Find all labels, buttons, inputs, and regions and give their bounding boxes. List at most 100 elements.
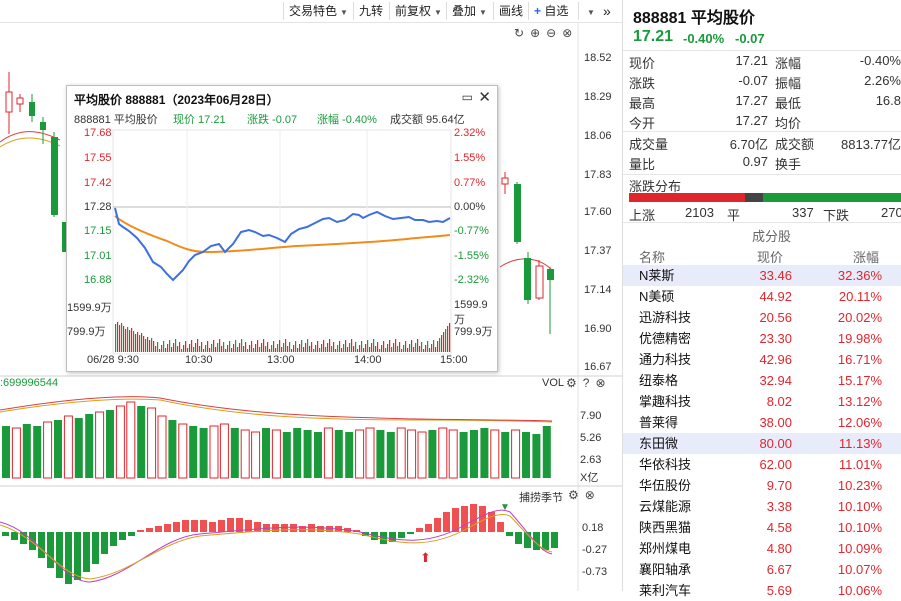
toolbar-adjust-button[interactable]: 前复权 ▼ bbox=[389, 2, 447, 20]
stock-name: 纽泰格 bbox=[639, 373, 679, 388]
component-stock-row[interactable]: 华依科技 62.00 11.01% bbox=[623, 454, 901, 475]
intraday-volume-bar bbox=[443, 332, 445, 352]
intraday-volume-bar bbox=[131, 328, 133, 352]
col-pct-header: 涨幅 bbox=[853, 250, 880, 265]
gear-icon[interactable]: ⚙ bbox=[566, 376, 577, 390]
intraday-volume-bar bbox=[387, 344, 389, 352]
intraday-volume-bar bbox=[433, 340, 435, 352]
component-stock-row[interactable]: 通力科技 42.96 16.71% bbox=[623, 349, 901, 370]
quote-value: 6.70亿 bbox=[729, 137, 768, 152]
volume-bar bbox=[438, 427, 448, 479]
popup-left-axis-label: 17.28 bbox=[84, 201, 112, 213]
toolbar-watchlist-button[interactable]: + 自选 bbox=[528, 2, 573, 20]
volume-bar bbox=[2, 426, 10, 478]
component-stock-row[interactable]: 云煤能源 3.38 10.10% bbox=[623, 496, 901, 517]
toolbar-watchlist-dropdown[interactable]: ▼ bbox=[578, 2, 600, 20]
volume-bar bbox=[334, 430, 343, 478]
gear-icon[interactable]: ⚙ bbox=[568, 488, 579, 502]
component-stock-row[interactable]: 纽泰格 32.94 15.17% bbox=[623, 370, 901, 391]
intraday-volume-bar bbox=[441, 335, 443, 352]
intraday-volume-bar bbox=[449, 323, 451, 352]
toolbar-draw-button[interactable]: 画线 bbox=[493, 2, 528, 20]
quote-label: 振幅 bbox=[775, 76, 802, 91]
macd-bar bbox=[191, 520, 198, 532]
divider bbox=[623, 174, 901, 175]
popup-left-axis-label: 17.42 bbox=[84, 177, 112, 189]
quote-value: 16.8 bbox=[875, 93, 901, 108]
component-stock-row[interactable]: 普莱得 38.00 12.06% bbox=[623, 412, 901, 433]
divider bbox=[623, 222, 901, 223]
stock-price: 6.67 bbox=[766, 562, 792, 577]
macd-controls: ⚙ ⊗ bbox=[562, 488, 595, 502]
volume-bar bbox=[251, 431, 261, 479]
intraday-volume-bar bbox=[123, 326, 125, 352]
help-icon[interactable]: ? bbox=[583, 376, 590, 390]
quote-value: -0.40% bbox=[859, 53, 901, 68]
price-axis-label: 17.60 bbox=[584, 206, 612, 218]
intraday-volume-bar bbox=[239, 343, 241, 352]
macd-bar bbox=[47, 532, 54, 568]
intraday-volume-bar bbox=[201, 342, 203, 352]
volume-bar bbox=[470, 430, 478, 478]
intraday-volume-bar bbox=[185, 341, 187, 352]
toolbar-trade-feature-button[interactable]: 交易特色 ▼ bbox=[283, 2, 353, 20]
intraday-volume-bar bbox=[217, 343, 219, 352]
stock-change-pct: 10.10% bbox=[837, 499, 882, 514]
macd-bar bbox=[254, 522, 261, 532]
macd-bar bbox=[56, 532, 63, 578]
intraday-volume-bar bbox=[359, 345, 361, 352]
component-stock-row[interactable]: 陕西黑猫 4.58 10.10% bbox=[623, 517, 901, 538]
component-stock-row[interactable]: 掌趣科技 8.02 13.12% bbox=[623, 391, 901, 412]
intraday-volume-bar bbox=[255, 344, 257, 352]
volume-bar bbox=[54, 420, 62, 478]
intraday-volume-bar bbox=[275, 348, 277, 352]
volume-bar bbox=[168, 420, 177, 478]
popup-right-axis-label: 1.55% bbox=[454, 152, 486, 164]
price-axis-label: 18.52 bbox=[584, 52, 612, 64]
volume-bar bbox=[137, 406, 146, 478]
component-stock-row[interactable]: 襄阳轴承 6.67 10.07% bbox=[623, 559, 901, 580]
toolbar-nine-turn-button[interactable]: 九转 bbox=[353, 2, 388, 20]
component-stock-row[interactable]: N莱斯 33.46 32.36% bbox=[623, 265, 901, 286]
intraday-volume-bar bbox=[317, 341, 319, 352]
intraday-volume-bar bbox=[293, 345, 295, 352]
intraday-volume-bar bbox=[243, 346, 245, 352]
component-stock-row[interactable]: 郑州煤电 4.80 10.09% bbox=[623, 538, 901, 559]
macd-bar bbox=[416, 528, 423, 532]
dist-flat-bar bbox=[745, 193, 763, 202]
volume-bar bbox=[407, 429, 417, 479]
intraday-volume-bar bbox=[355, 342, 357, 352]
stock-name: 迅游科技 bbox=[639, 310, 692, 325]
toolbar-trade-feature-label: 交易特色 bbox=[289, 4, 338, 18]
intraday-volume-bar bbox=[231, 348, 233, 352]
macd-bar bbox=[101, 532, 108, 554]
macd-bar bbox=[290, 524, 297, 532]
intraday-volume-bar bbox=[281, 347, 283, 352]
quote-value: 17.27 bbox=[735, 113, 768, 128]
volume-bar bbox=[501, 432, 510, 478]
component-stock-row[interactable]: 东田微 80.00 11.13% bbox=[623, 433, 901, 454]
intraday-volume-bar bbox=[221, 346, 223, 352]
component-stock-row[interactable]: 迅游科技 20.56 20.02% bbox=[623, 307, 901, 328]
close-icon[interactable]: ⊗ bbox=[585, 488, 595, 502]
chevron-down-icon: ▼ bbox=[479, 8, 487, 17]
component-stock-row[interactable]: 华伍股份 9.70 10.23% bbox=[623, 475, 901, 496]
volume-bar bbox=[115, 405, 125, 479]
macd-bar bbox=[137, 530, 144, 532]
macd-bar bbox=[74, 532, 81, 580]
col-price-header: 现价 bbox=[757, 250, 784, 265]
expand-panel-icon[interactable]: » bbox=[598, 2, 616, 20]
dist-up-count: 2103 bbox=[685, 205, 714, 220]
macd-bar bbox=[110, 532, 117, 546]
intraday-volume-bar bbox=[121, 323, 123, 352]
volume-bar bbox=[157, 415, 167, 479]
intraday-volume-bar bbox=[149, 340, 151, 352]
stock-price: 80.00 bbox=[759, 436, 792, 451]
intraday-volume-bar bbox=[405, 341, 407, 352]
component-stock-row[interactable]: N美硕 44.92 20.11% bbox=[623, 286, 901, 307]
component-stock-row[interactable]: 优德精密 23.30 19.98% bbox=[623, 328, 901, 349]
intraday-volume-bar bbox=[135, 334, 137, 352]
close-icon[interactable]: ⊗ bbox=[595, 376, 605, 390]
toolbar-overlay-button[interactable]: 叠加 ▼ bbox=[446, 2, 492, 20]
intraday-volume-bar bbox=[157, 342, 159, 352]
